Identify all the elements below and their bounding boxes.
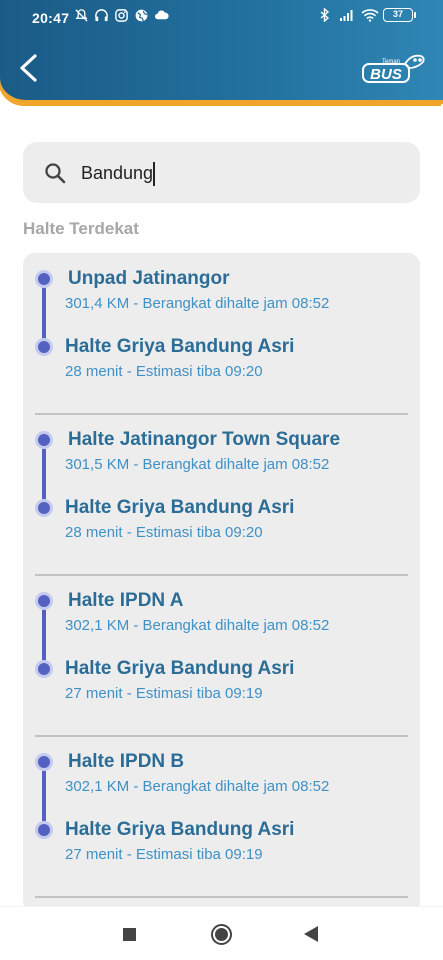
origin-stop-info: 302,1 KM - Berangkat dihalte jam 08:52: [65, 778, 330, 795]
destination-stop-name: Halte Griya Bandung Asri: [65, 819, 295, 840]
route-line: [42, 762, 46, 830]
svg-text:Teman: Teman: [382, 59, 400, 65]
divider: [35, 896, 408, 898]
route-list[interactable]: Unpad Jatinangor 301,4 KM - Berangkat di…: [23, 253, 420, 913]
bell-off-icon: [74, 8, 89, 23]
route-item[interactable]: Unpad Jatinangor 301,4 KM - Berangkat di…: [23, 253, 420, 415]
back-button[interactable]: [14, 50, 44, 86]
destination-stop-info: 27 menit - Estimasi tiba 09:19: [65, 685, 263, 702]
origin-stop-name: Halte IPDN B: [68, 751, 185, 772]
route-item[interactable]: Halte IPDN A 302,1 KM - Berangkat dihalt…: [23, 575, 420, 737]
origin-dot-icon: [35, 270, 53, 288]
route-line: [42, 601, 46, 669]
system-nav-bar: [0, 906, 443, 960]
search-box[interactable]: [23, 142, 420, 203]
search-input[interactable]: [81, 156, 401, 190]
destination-dot-icon: [35, 338, 53, 356]
headset-icon: [94, 8, 109, 23]
route-line: [42, 440, 46, 508]
teman-bus-logo: BUS Teman: [361, 50, 427, 86]
home-button[interactable]: [211, 924, 232, 945]
bluetooth-icon: [317, 7, 333, 23]
origin-stop-name: Halte IPDN A: [68, 590, 184, 611]
chevron-left-icon: [20, 54, 37, 82]
destination-dot-icon: [35, 821, 53, 839]
notification-icons: [74, 8, 169, 23]
route-item[interactable]: Halte Jatinangor Town Square 301,5 KM - …: [23, 414, 420, 576]
destination-dot-icon: [35, 499, 53, 517]
origin-dot-icon: [35, 431, 53, 449]
app-header: 20:47 37 BUS Teman: [0, 0, 443, 104]
origin-stop-info: 302,1 KM - Berangkat dihalte jam 08:52: [65, 617, 330, 634]
destination-stop-info: 28 menit - Estimasi tiba 09:20: [65, 363, 263, 380]
section-title: Halte Terdekat: [23, 219, 139, 238]
wifi-icon: [361, 8, 379, 22]
destination-stop-info: 27 menit - Estimasi tiba 09:19: [65, 846, 263, 863]
route-item[interactable]: Halte IPDN B 302,1 KM - Berangkat dihalt…: [23, 736, 420, 898]
search-icon: [45, 163, 66, 184]
instagram-icon: [114, 8, 129, 23]
destination-stop-name: Halte Griya Bandung Asri: [65, 658, 295, 679]
destination-dot-icon: [35, 660, 53, 678]
system-icons: 37: [317, 7, 416, 23]
origin-dot-icon: [35, 753, 53, 771]
destination-stop-name: Halte Griya Bandung Asri: [65, 497, 295, 518]
battery-icon: 37: [383, 8, 416, 22]
signal-icon: [339, 8, 355, 22]
status-bar: 20:47 37: [0, 0, 443, 36]
origin-stop-name: Halte Jatinangor Town Square: [68, 429, 341, 450]
text-cursor: [153, 162, 155, 186]
status-time: 20:47: [32, 10, 70, 26]
recent-apps-button[interactable]: [123, 928, 136, 941]
svg-text:BUS: BUS: [370, 66, 402, 83]
route-line: [42, 279, 46, 347]
globe-icon: [134, 8, 149, 23]
origin-stop-info: 301,5 KM - Berangkat dihalte jam 08:52: [65, 456, 330, 473]
origin-dot-icon: [35, 592, 53, 610]
cloud-icon: [154, 8, 169, 23]
origin-stop-info: 301,4 KM - Berangkat dihalte jam 08:52: [65, 295, 330, 312]
system-back-button[interactable]: [304, 926, 318, 942]
destination-stop-name: Halte Griya Bandung Asri: [65, 336, 295, 357]
destination-stop-info: 28 menit - Estimasi tiba 09:20: [65, 524, 263, 541]
origin-stop-name: Unpad Jatinangor: [68, 268, 230, 289]
